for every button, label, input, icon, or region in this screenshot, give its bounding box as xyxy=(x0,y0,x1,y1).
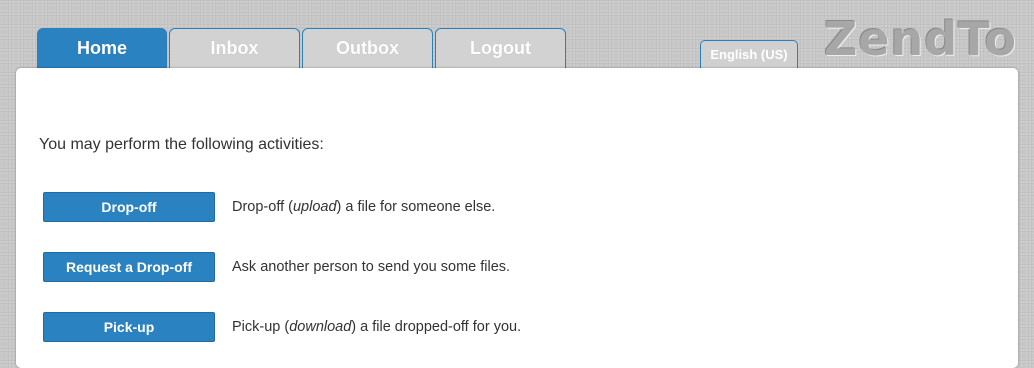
action-row-dropoff: Drop-off Drop-off (upload) a file for so… xyxy=(43,192,495,222)
dropoff-description: Drop-off (upload) a file for someone els… xyxy=(232,199,495,215)
request-description: Ask another person to send you some file… xyxy=(232,259,510,275)
desc-emphasis: download xyxy=(289,319,352,335)
request-dropoff-button[interactable]: Request a Drop-off xyxy=(43,252,215,282)
desc-text: ) a file dropped-off for you. xyxy=(351,319,522,335)
tab-inbox[interactable]: Inbox xyxy=(169,28,300,68)
intro-text: You may perform the following activities… xyxy=(39,136,324,153)
desc-emphasis: upload xyxy=(292,199,337,215)
pickup-button[interactable]: Pick-up xyxy=(43,312,215,342)
action-row-pickup: Pick-up Pick-up (download) a file droppe… xyxy=(43,312,521,342)
desc-text: Pick-up ( xyxy=(232,319,290,335)
app-logo: ZendTo xyxy=(824,12,1018,66)
language-selector[interactable]: English (US) xyxy=(700,40,798,68)
pickup-description: Pick-up (download) a file dropped-off fo… xyxy=(232,319,521,335)
desc-text: Drop-off ( xyxy=(232,199,293,215)
tab-home[interactable]: Home xyxy=(37,28,167,68)
main-panel: You may perform the following activities… xyxy=(16,68,1018,368)
tab-outbox[interactable]: Outbox xyxy=(302,28,433,68)
desc-text: ) a file for someone else. xyxy=(336,199,496,215)
action-row-request: Request a Drop-off Ask another person to… xyxy=(43,252,510,282)
main-tabs: Home Inbox Outbox Logout xyxy=(37,28,566,68)
desc-text: Ask another person to send you some file… xyxy=(232,259,511,275)
tab-logout[interactable]: Logout xyxy=(435,28,566,68)
dropoff-button[interactable]: Drop-off xyxy=(43,192,215,222)
